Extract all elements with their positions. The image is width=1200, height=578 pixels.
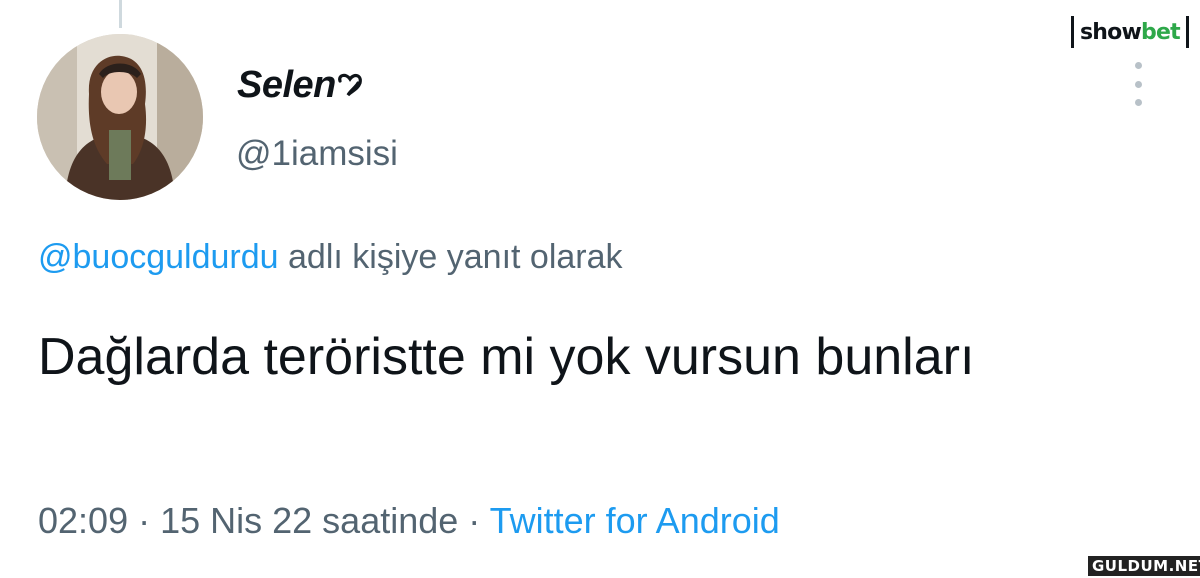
more-dot (1134, 99, 1142, 106)
tweet-source-link[interactable]: Twitter for Android (490, 500, 780, 541)
heart-doodle-icon (336, 64, 364, 106)
guldum-watermark: GULDUM.NET (1088, 556, 1200, 576)
more-dot (1134, 62, 1142, 69)
meta-separator: · (458, 500, 490, 541)
tweet-date[interactable]: 15 Nis 22 saatinde (160, 500, 458, 541)
showbet-logo-part2: bet (1141, 19, 1181, 45)
tweet-meta: 02:09 · 15 Nis 22 saatinde · Twitter for… (38, 500, 780, 542)
more-dot (1134, 80, 1142, 88)
more-vertical-icon[interactable] (1128, 62, 1148, 106)
display-name[interactable]: Selen (237, 64, 364, 107)
showbet-logo: show bet (1071, 16, 1189, 48)
avatar[interactable] (37, 34, 203, 200)
reply-mention-link[interactable]: @buocguldurdu (38, 238, 279, 276)
tweet-text: Dağlarda teröristte mi yok vursun bunlar… (38, 328, 975, 386)
thread-connector-line (119, 0, 122, 28)
meta-separator: · (128, 500, 161, 541)
showbet-logo-part1: show (1080, 19, 1142, 45)
user-handle[interactable]: @1iamsisi (236, 134, 398, 174)
reply-context: @buocguldurdu adlı kişiye yanıt olarak (38, 238, 623, 277)
reply-context-text: adlı kişiye yanıt olarak (278, 238, 623, 276)
tweet-time[interactable]: 02:09 (38, 500, 128, 541)
display-name-text: Selen (237, 64, 336, 106)
